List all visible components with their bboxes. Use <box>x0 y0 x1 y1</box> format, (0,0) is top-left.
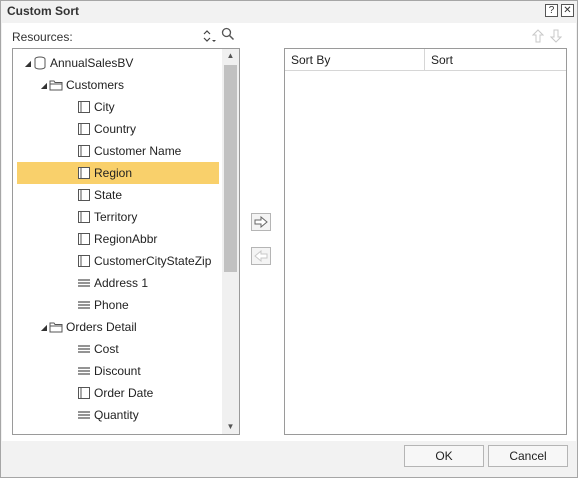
tree-item[interactable]: ◢ Customers <box>17 74 219 96</box>
tree-item[interactable]: Customer Name <box>17 140 219 162</box>
remove-from-sort-button[interactable] <box>251 247 271 265</box>
tree-item-label: Customers <box>66 78 125 92</box>
tree-item-label: RegionAbbr <box>94 232 158 246</box>
folder-icon <box>49 78 63 92</box>
expand-toggle-icon[interactable]: ◢ <box>23 59 33 68</box>
dimension-icon <box>77 188 91 202</box>
tree-item-label: Orders Detail <box>66 320 137 334</box>
tree-item-label: Territory <box>94 210 138 224</box>
resources-label: Resources: <box>12 30 73 44</box>
tree-item[interactable]: RegionAbbr <box>17 228 219 250</box>
column-header-sort-by[interactable]: Sort By <box>285 49 425 71</box>
dimension-icon <box>77 210 91 224</box>
tree-item-label: City <box>94 100 115 114</box>
tree-item[interactable]: Address 1 <box>17 272 219 294</box>
tree-item[interactable]: ◢ Orders Detail <box>17 316 219 338</box>
dimension-icon <box>77 232 91 246</box>
tree-item[interactable]: Territory <box>17 206 219 228</box>
tree-item-label: Order Date <box>94 386 154 400</box>
tree-item-label: State <box>94 188 123 202</box>
tree-item[interactable]: CustomerCityStateZip <box>17 250 219 272</box>
tree-item-label: CustomerCityStateZip <box>94 254 212 268</box>
dimension-icon <box>77 122 91 136</box>
dimension-icon <box>77 386 91 400</box>
dialog-title: Custom Sort <box>7 4 79 18</box>
title-bar: Custom Sort ? ✕ <box>1 1 577 23</box>
scroll-up-icon[interactable]: ▲ <box>222 49 239 63</box>
ok-button[interactable]: OK <box>404 445 484 467</box>
expand-toggle-icon[interactable]: ◢ <box>39 323 49 332</box>
scroll-down-icon[interactable]: ▼ <box>222 420 239 434</box>
close-button[interactable]: ✕ <box>561 4 574 17</box>
sort-grid-header: Sort By Sort <box>285 49 566 71</box>
column-header-sort[interactable]: Sort <box>425 49 565 71</box>
add-to-sort-button[interactable] <box>251 213 271 231</box>
tree-scrollbar[interactable]: ▲ ▼ <box>222 49 239 434</box>
tree-item-label: Address 1 <box>94 276 149 290</box>
field-icon <box>77 408 91 422</box>
tree-item-label: Discount <box>94 364 141 378</box>
resources-tree[interactable]: ◢ AnnualSalesBV ◢ Customers City Country Custo… <box>12 48 240 435</box>
dimension-icon <box>77 254 91 268</box>
cancel-button[interactable]: Cancel <box>488 445 568 467</box>
tree-item-label: Cost <box>94 342 119 356</box>
arrow-right-icon <box>254 216 268 228</box>
custom-sort-dialog: Custom Sort ? ✕ Resources: ◢ AnnualSalesB… <box>0 0 578 478</box>
tree-item[interactable]: Region <box>17 162 219 184</box>
arrow-left-icon <box>254 250 268 262</box>
database-icon <box>33 56 47 70</box>
scroll-thumb[interactable] <box>224 65 237 272</box>
sort-order-icon[interactable] <box>201 28 217 44</box>
tree-item[interactable]: Discount <box>17 360 219 382</box>
field-icon <box>77 364 91 378</box>
field-icon <box>77 298 91 312</box>
tree-item[interactable]: Quantity <box>17 404 219 426</box>
dimension-icon <box>77 100 91 114</box>
sort-grid[interactable]: Sort By Sort <box>284 48 567 435</box>
help-button[interactable]: ? <box>545 4 558 17</box>
dimension-icon <box>77 166 91 180</box>
tree-item[interactable]: Country <box>17 118 219 140</box>
tree-item-label: Customer Name <box>94 144 182 158</box>
dialog-body: Resources: ◢ AnnualSalesBV ◢ Customers City C… <box>2 23 576 441</box>
tree-item-label: Region <box>94 166 133 180</box>
tree-item[interactable]: Cost <box>17 338 219 360</box>
tree-item[interactable]: Phone <box>17 294 219 316</box>
tree-item[interactable]: ◢ AnnualSalesBV <box>17 52 219 74</box>
tree-item-label: AnnualSalesBV <box>50 56 134 70</box>
move-up-icon[interactable] <box>531 29 545 43</box>
tree-item-label: Phone <box>94 298 129 312</box>
search-icon[interactable] <box>221 27 235 41</box>
field-icon <box>77 342 91 356</box>
tree-item[interactable]: State <box>17 184 219 206</box>
expand-toggle-icon[interactable]: ◢ <box>39 81 49 90</box>
field-icon <box>77 276 91 290</box>
tree-item-label: Country <box>94 122 137 136</box>
folder-icon <box>49 320 63 334</box>
tree-item[interactable]: City <box>17 96 219 118</box>
tree-item-label: Quantity <box>94 408 139 422</box>
dimension-icon <box>77 144 91 158</box>
tree-item[interactable]: Order Date <box>17 382 219 404</box>
move-down-icon[interactable] <box>549 29 563 43</box>
